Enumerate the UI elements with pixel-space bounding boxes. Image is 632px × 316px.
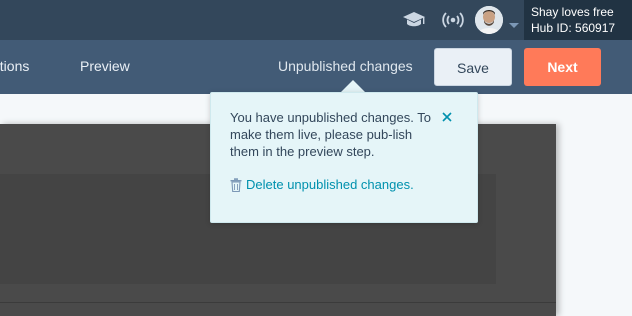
account-name: Shay loves free xyxy=(531,5,614,19)
graduation-cap-icon[interactable] xyxy=(401,10,427,30)
account-bar: Shay loves free Hub ID: 560917 xyxy=(0,0,632,40)
chevron-down-icon[interactable] xyxy=(509,16,519,28)
close-icon[interactable] xyxy=(441,110,453,122)
divider xyxy=(0,302,556,303)
hub-id: Hub ID: 560917 xyxy=(531,21,616,35)
delete-unpublished-changes-link[interactable]: Delete unpublished changes. xyxy=(230,177,414,192)
delete-link-label: Delete unpublished changes. xyxy=(246,177,414,192)
tab-preview[interactable]: Preview xyxy=(80,58,130,74)
trash-icon xyxy=(230,177,242,192)
unpublished-changes-popover: You have unpublished changes. To make th… xyxy=(210,92,478,223)
broadcast-icon[interactable] xyxy=(440,9,466,31)
save-button[interactable]: Save xyxy=(434,48,512,86)
avatar[interactable] xyxy=(475,6,503,34)
editor-nav: otions Preview Unpublished changes Save … xyxy=(0,40,632,94)
popover-message: You have unpublished changes. To make th… xyxy=(230,110,431,159)
account-menu[interactable]: Shay loves free Hub ID: 560917 xyxy=(524,0,632,40)
next-button[interactable]: Next xyxy=(524,48,601,86)
unpublished-changes-link[interactable]: Unpublished changes xyxy=(278,58,413,74)
tab-options[interactable]: otions xyxy=(0,58,29,74)
